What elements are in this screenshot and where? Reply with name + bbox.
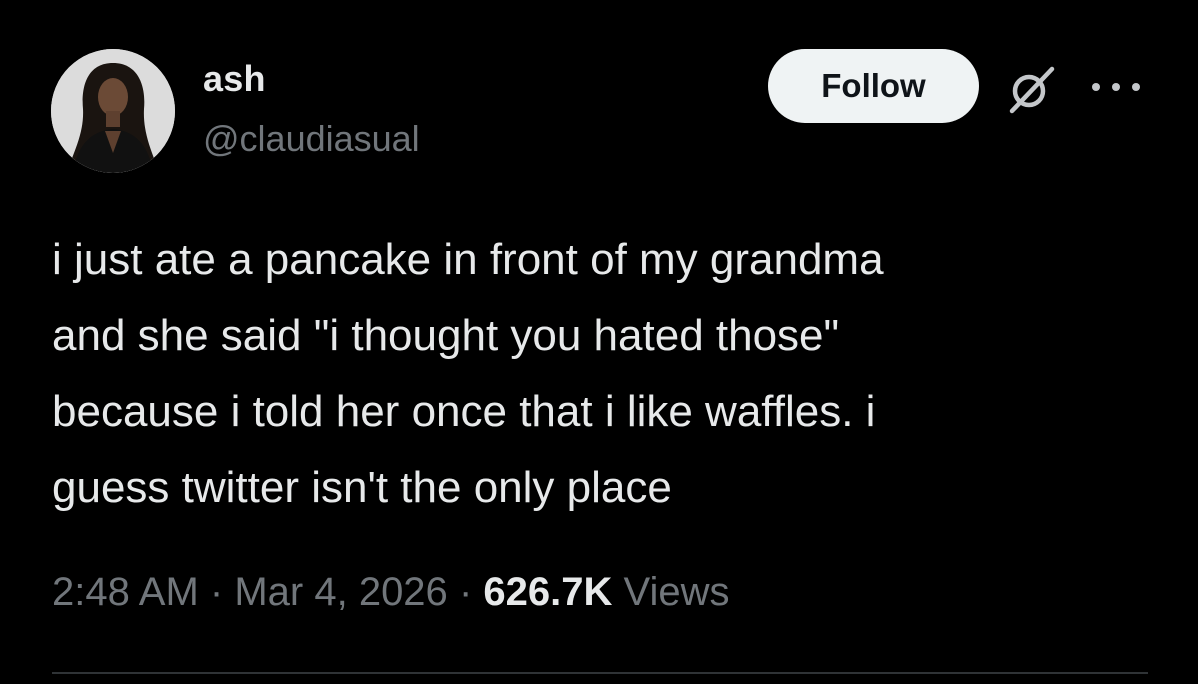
follow-button[interactable]: Follow (768, 49, 979, 123)
more-dot (1112, 83, 1120, 91)
author-name[interactable]: ash (203, 58, 266, 100)
views-label: Views (623, 570, 730, 614)
grok-icon[interactable] (1004, 63, 1060, 115)
more-dot (1132, 83, 1140, 91)
tweet-time[interactable]: 2:48 AM (52, 570, 199, 614)
grok-icon-glyph (1009, 66, 1055, 114)
views-count: 626.7K (483, 570, 613, 614)
more-dot (1092, 83, 1100, 91)
tweet-text-line: and she said "i thought you hated those" (52, 311, 840, 360)
avatar-image (51, 49, 175, 173)
tweet-text-line: because i told her once that i like waff… (52, 387, 876, 436)
more-icon[interactable] (1092, 72, 1140, 102)
tweet-text-line: guess twitter isn't the only place (52, 463, 672, 512)
tweet-text: i just ate a pancake in front of my gran… (52, 222, 1112, 526)
avatar[interactable] (51, 49, 175, 173)
tweet-meta: 2:48 AM · Mar 4, 2026 · 626.7K Views (52, 570, 729, 615)
meta-separator: · (209, 570, 224, 614)
divider (52, 672, 1148, 674)
tweet: ash @claudiasual Follow i just ate a pan… (0, 0, 1198, 684)
author-handle[interactable]: @claudiasual (203, 118, 420, 160)
meta-separator: · (458, 570, 473, 614)
tweet-date[interactable]: Mar 4, 2026 (234, 570, 447, 614)
tweet-text-line: i just ate a pancake in front of my gran… (52, 235, 884, 284)
